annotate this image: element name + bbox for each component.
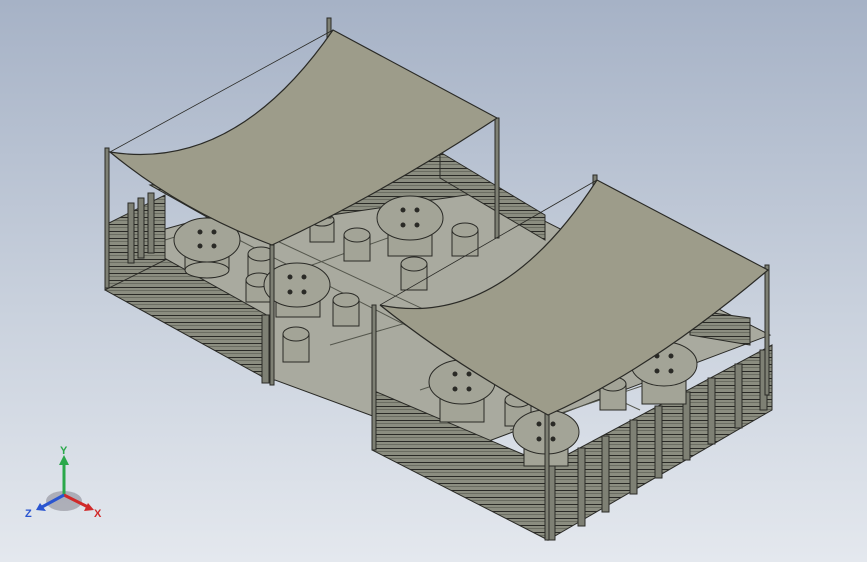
y-axis-label: Y: [60, 445, 68, 457]
cad-model-canvas[interactable]: [0, 0, 867, 562]
graphics-viewport[interactable]: Y X Z: [0, 0, 867, 562]
z-axis-label: Z: [25, 508, 32, 520]
x-axis-label: X: [94, 508, 102, 520]
orientation-triad[interactable]: Y X Z: [22, 445, 112, 535]
